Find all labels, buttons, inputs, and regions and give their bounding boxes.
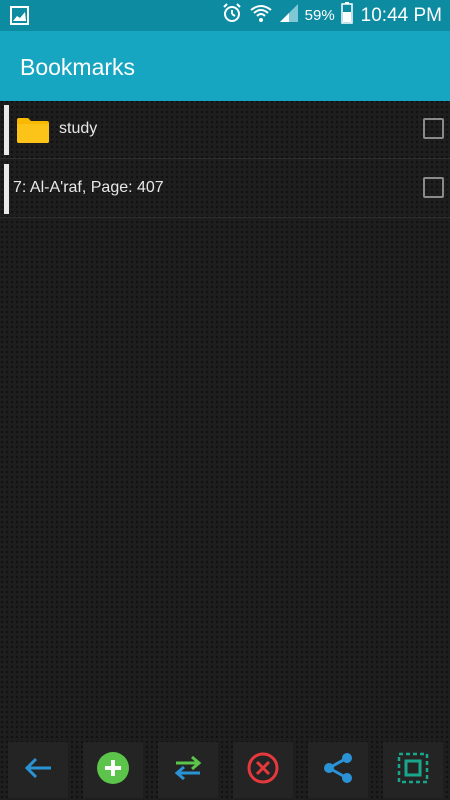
list-item-label: study: [59, 120, 98, 137]
battery-percent: 59%: [304, 7, 335, 24]
share-icon: [322, 752, 354, 789]
folder-icon: [16, 116, 50, 149]
alarm-icon: [221, 2, 243, 29]
select-checkbox[interactable]: [423, 118, 444, 139]
select-all-button[interactable]: [382, 742, 443, 798]
bottom-toolbar: [0, 740, 450, 800]
list-item-label: 7: Al-A'raf, Page: 407: [13, 179, 164, 196]
select-all-icon: [397, 752, 429, 789]
delete-button[interactable]: [232, 742, 293, 798]
gallery-icon: [10, 6, 29, 30]
list-item-bookmark[interactable]: 7: Al-A'raf, Page: 407: [0, 162, 450, 218]
status-bar: 59% 10:44 PM: [0, 0, 450, 31]
add-icon: [96, 751, 130, 790]
delete-icon: [246, 751, 280, 790]
clock: 10:44 PM: [360, 4, 442, 26]
signal-icon: [279, 3, 299, 28]
list-item-folder[interactable]: study: [0, 103, 450, 159]
add-button[interactable]: [82, 742, 143, 798]
row-indicator: [4, 105, 9, 155]
select-checkbox[interactable]: [423, 177, 444, 198]
row-indicator: [4, 164, 9, 214]
swap-button[interactable]: [157, 742, 218, 798]
bookmark-list: study 7: Al-A'raf, Page: 407: [0, 103, 450, 221]
swap-icon: [172, 754, 204, 787]
battery-icon: [340, 2, 353, 29]
app-bar: Bookmarks: [0, 31, 450, 101]
back-button[interactable]: [7, 742, 68, 798]
wifi-icon: [249, 2, 273, 29]
back-icon: [23, 756, 53, 785]
share-button[interactable]: [307, 742, 368, 798]
page-title: Bookmarks: [20, 54, 136, 80]
